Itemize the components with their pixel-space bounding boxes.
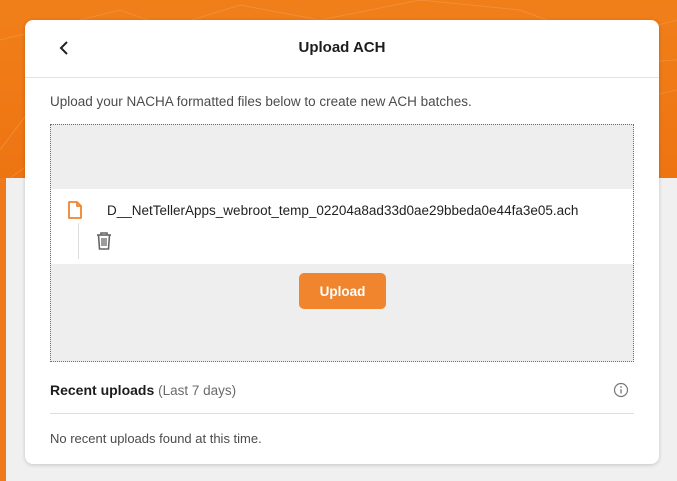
recent-uploads-header: Recent uploads (Last 7 days) <box>50 380 634 414</box>
trash-icon[interactable] <box>95 231 113 251</box>
left-accent-bar <box>0 178 6 481</box>
selected-file-panel: D__NetTellerApps_webroot_temp_02204a8ad3… <box>51 189 633 264</box>
recent-uploads-label: Recent uploads <box>50 382 155 398</box>
page-title: Upload ACH <box>298 39 386 56</box>
file-dropzone[interactable]: D__NetTellerApps_webroot_temp_02204a8ad3… <box>50 124 634 362</box>
file-divider <box>78 223 79 259</box>
card-header: Upload ACH <box>25 20 659 78</box>
no-recent-uploads-message: No recent uploads found at this time. <box>50 431 262 446</box>
intro-text: Upload your NACHA formatted files below … <box>50 94 472 109</box>
upload-button[interactable]: Upload <box>299 273 386 309</box>
selected-file-name: D__NetTellerApps_webroot_temp_02204a8ad3… <box>107 203 579 218</box>
file-icon <box>68 201 82 219</box>
recent-uploads-range: (Last 7 days) <box>158 383 237 398</box>
recent-uploads-title: Recent uploads (Last 7 days) <box>50 382 236 398</box>
upload-ach-card: Upload ACH Upload your NACHA formatted f… <box>25 20 659 464</box>
info-icon[interactable] <box>613 382 629 398</box>
